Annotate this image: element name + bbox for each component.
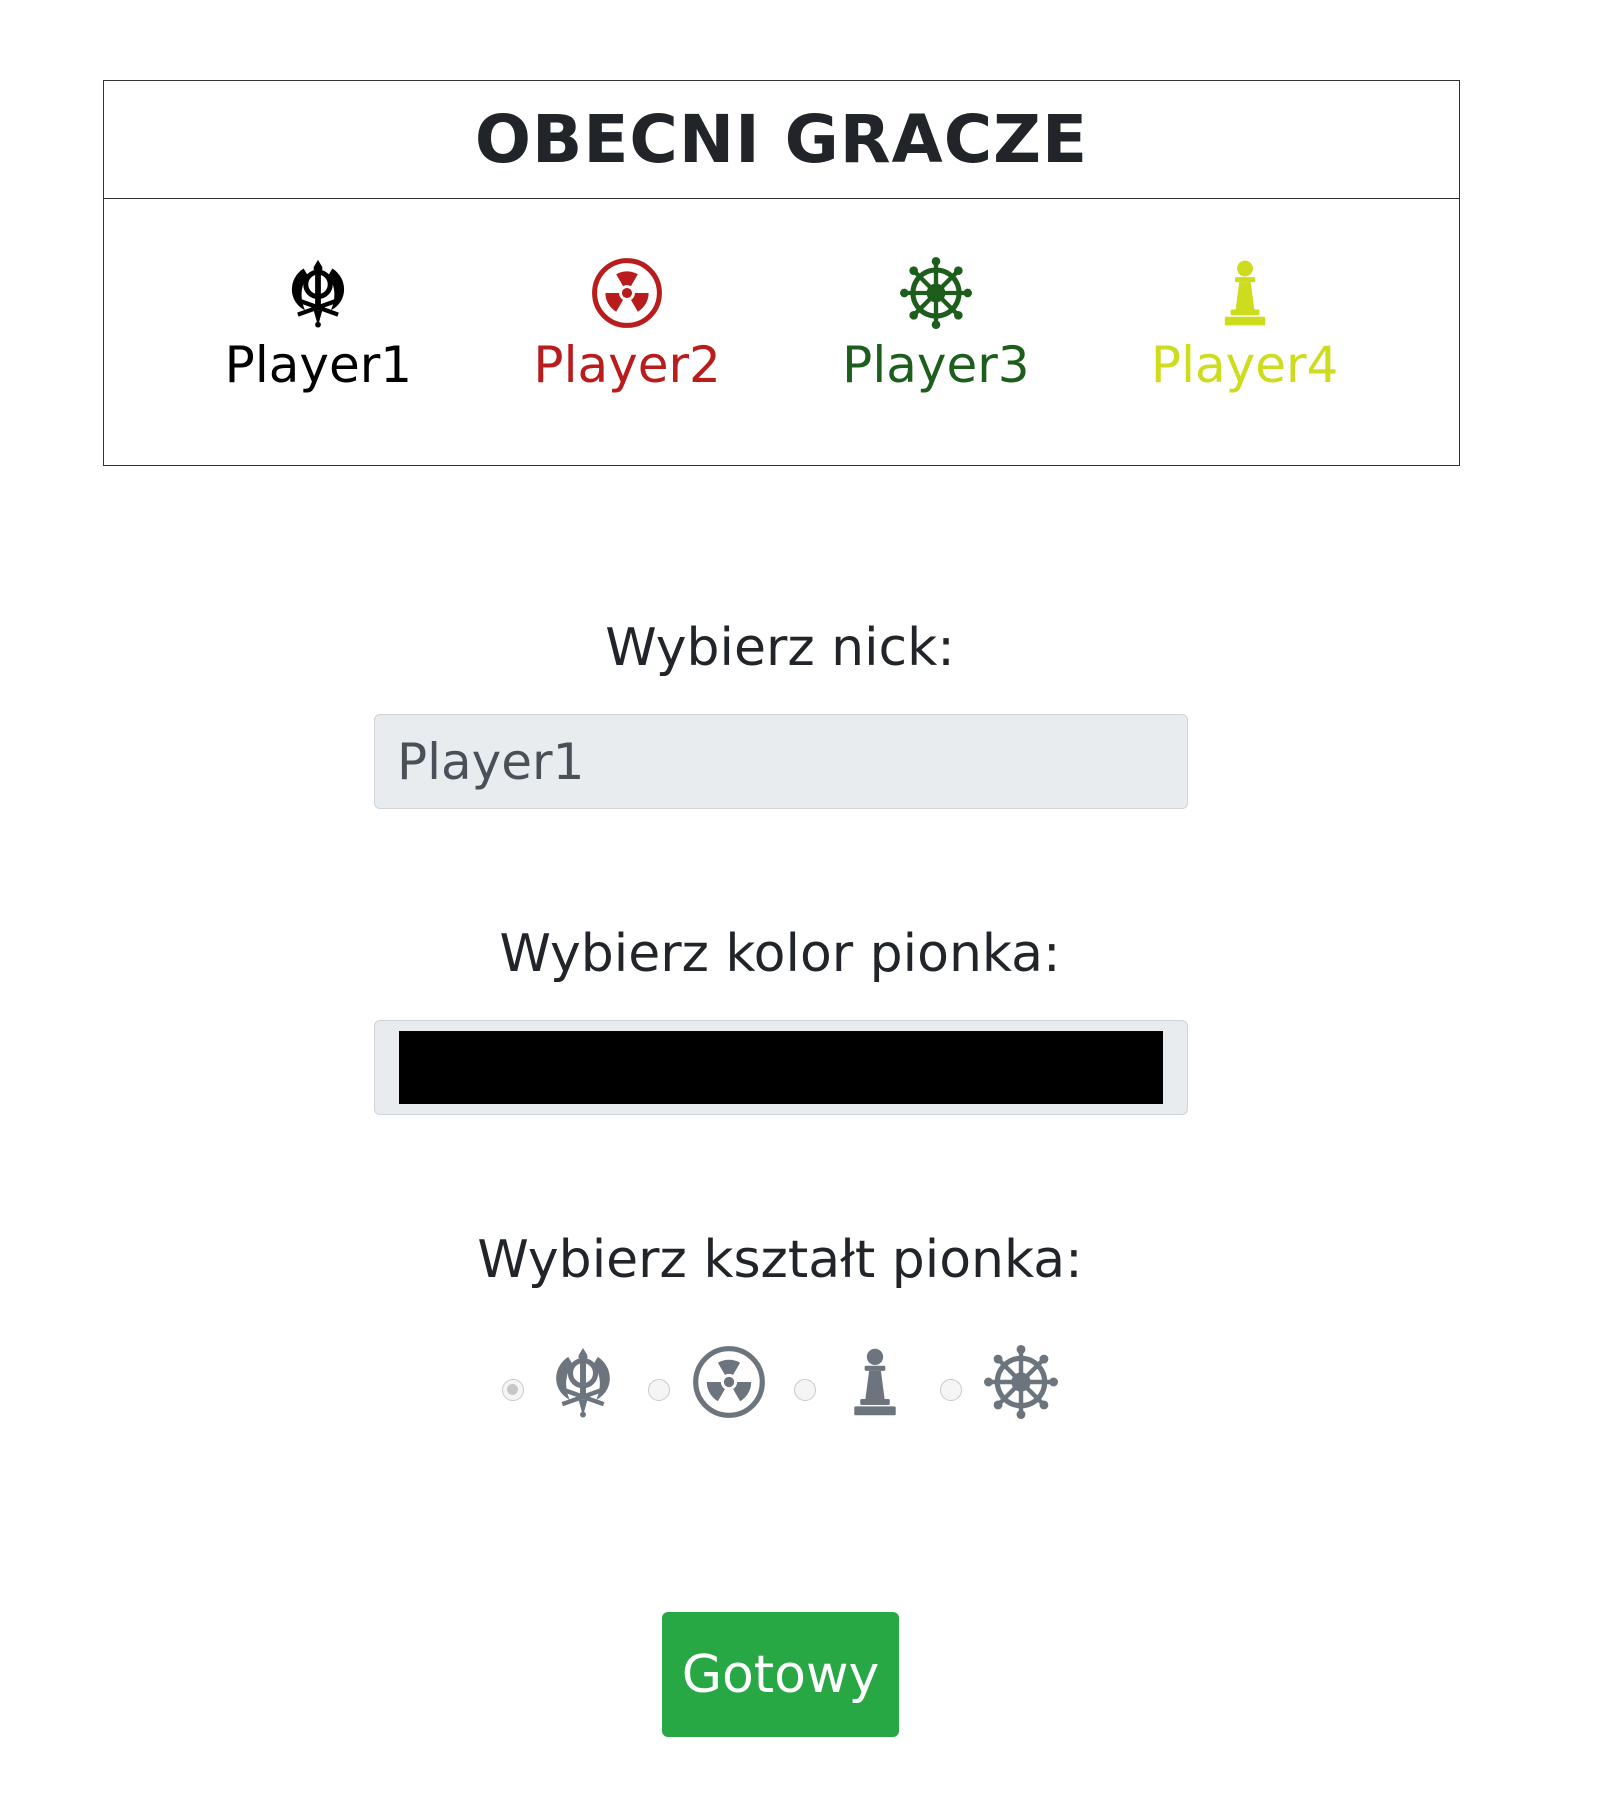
shape-radio-wheel[interactable] xyxy=(940,1379,962,1401)
players-panel-title: OBECNI GRACZE xyxy=(104,81,1459,199)
ready-button[interactable]: Gotowy xyxy=(662,1612,899,1737)
dharmachakra-icon xyxy=(984,1345,1058,1419)
dharmachakra-icon xyxy=(900,257,972,329)
player-card-2: Player2 xyxy=(473,199,782,467)
nick-label: Wybierz nick: xyxy=(605,618,955,678)
player-card-3: Player3 xyxy=(782,199,1091,467)
radiation-icon xyxy=(692,1345,766,1419)
players-panel: OBECNI GRACZE Player1 Player2 Player3 Pl… xyxy=(103,80,1460,466)
player-name: Player4 xyxy=(1150,336,1339,394)
color-label: Wybierz kolor pionka: xyxy=(499,924,1061,984)
shape-options xyxy=(0,1345,1560,1419)
shape-option-radiation xyxy=(648,1345,766,1419)
player-name: Player2 xyxy=(533,336,721,394)
player-card-1: Player1 xyxy=(164,199,473,467)
players-row: Player1 Player2 Player3 Player4 xyxy=(104,199,1459,467)
shape-label: Wybierz kształt pionka: xyxy=(477,1230,1083,1290)
shape-radio-pawn[interactable] xyxy=(794,1379,816,1401)
player-name: Player3 xyxy=(842,336,1030,394)
shape-radio-radiation[interactable] xyxy=(648,1379,670,1401)
shape-option-pawn xyxy=(794,1345,912,1419)
chess-pawn-icon xyxy=(838,1345,912,1419)
nick-input[interactable] xyxy=(374,714,1188,809)
khanda-icon xyxy=(546,1345,620,1419)
shape-radio-khanda[interactable] xyxy=(502,1379,524,1401)
player-name: Player1 xyxy=(224,336,413,394)
khanda-icon xyxy=(282,257,354,329)
page: OBECNI GRACZE Player1 Player2 Player3 Pl… xyxy=(0,0,1616,1801)
shape-option-wheel xyxy=(940,1345,1058,1419)
radiation-icon xyxy=(591,257,663,329)
shape-option-khanda xyxy=(502,1345,620,1419)
color-picker[interactable] xyxy=(374,1020,1188,1115)
color-swatch xyxy=(399,1031,1163,1104)
player-card-4: Player4 xyxy=(1090,199,1399,467)
chess-pawn-icon xyxy=(1209,257,1281,329)
